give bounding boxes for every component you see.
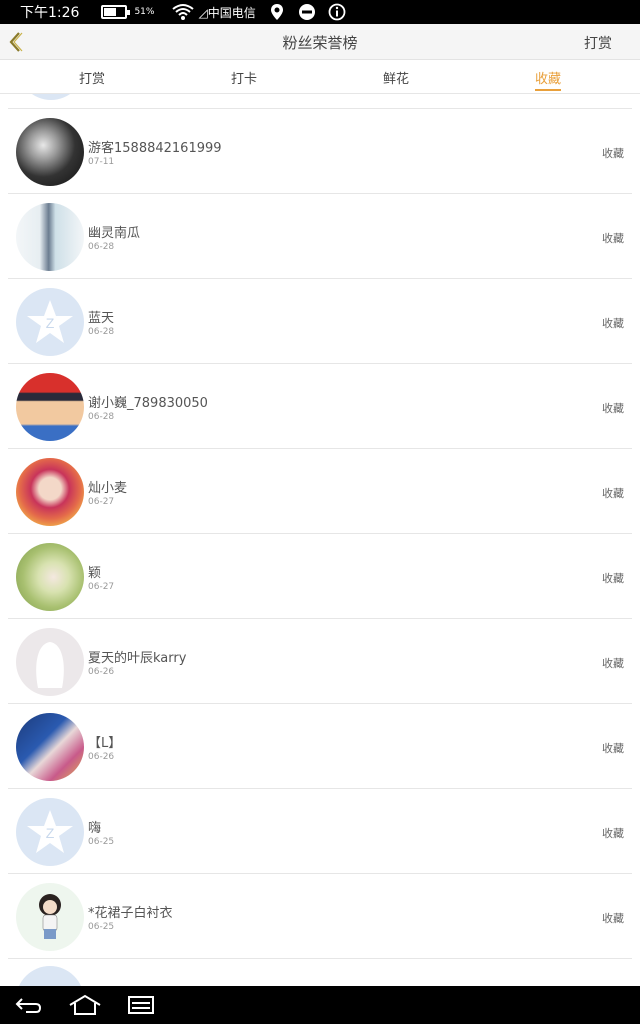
battery-icon [101,5,131,19]
list-item[interactable] [8,958,632,986]
user-name: *花裙子白衬衣 [88,906,173,921]
action-label: 收藏 [602,487,624,500]
list-item[interactable]: 游客1588842161999 07-11 收藏 [8,108,632,193]
favorite-date: 06-27 [88,497,115,507]
do-not-disturb-icon [298,4,315,20]
favorite-date: 06-25 [88,837,115,847]
star-icon: Z [27,300,73,343]
avatar [16,373,84,441]
user-name: 【L】 [88,736,122,751]
action-label: 收藏 [602,657,624,670]
user-name: 灿小麦 [88,481,128,496]
list-item[interactable]: 幽灵南瓜 06-28 收藏 [8,193,632,278]
favorite-date: 06-26 [88,752,115,762]
header-bar: 粉丝荣誉榜 打赏 [0,24,640,60]
favorite-date: 06-27 [88,582,115,592]
back-icon[interactable] [14,994,44,1016]
avatar [16,883,84,951]
user-name: 夏天的叶辰karry [88,651,187,666]
favorite-date: 06-26 [88,667,115,677]
svg-text:Z: Z [46,825,55,841]
user-name: 颖 [88,566,102,581]
fan-list[interactable]: 游客1588842161999 07-11 收藏 幽灵南瓜 06-28 收藏 Z… [0,94,640,986]
avatar [16,203,84,271]
avatar [16,628,84,696]
avatar: Z [16,798,84,866]
chibi-figure-icon [39,894,61,939]
favorite-date: 06-25 [88,922,115,932]
favorite-date: 07-11 [88,157,115,167]
system-nav-bar [0,986,640,1024]
favorite-date: 06-28 [88,242,115,252]
avatar [16,543,84,611]
list-item[interactable]: 颖 06-27 收藏 [8,533,632,618]
info-icon [328,3,346,21]
action-label: 收藏 [602,147,624,160]
carrier-name: ◿中国电信 [198,5,256,20]
user-name: 游客1588842161999 [88,141,222,156]
silhouette-icon [36,642,64,688]
action-label: 收藏 [602,827,624,840]
action-label: 收藏 [602,402,624,415]
favorite-date: 06-28 [88,327,115,337]
list-item[interactable]: 【L】 06-26 收藏 [8,703,632,788]
status-bar: 下午1:26 51% ◿中国电信 [0,0,640,24]
list-item[interactable]: *花裙子白衬衣 06-25 收藏 [8,873,632,958]
action-label: 收藏 [602,317,624,330]
tab-reward[interactable]: 打赏 [52,68,132,87]
status-time: 下午1:26 [20,5,80,21]
action-label: 收藏 [602,742,624,755]
list-item[interactable]: 灿小麦 06-27 收藏 [8,448,632,533]
list-item[interactable]: 夏天的叶辰karry 06-26 收藏 [8,618,632,703]
avatar [16,713,84,781]
tab-checkin[interactable]: 打卡 [204,68,284,87]
location-icon [270,4,283,20]
reward-button[interactable]: 打赏 [584,33,612,53]
list-item[interactable]: 谢小巍_789830050 06-28 收藏 [8,363,632,448]
tab-bar: 打赏 打卡 鲜花 收藏 [0,60,640,94]
avatar [16,458,84,526]
star-icon: Z [27,810,73,853]
page-title: 粉丝荣誉榜 [282,34,358,52]
active-tab-indicator [535,89,561,91]
user-name: 蓝天 [88,311,115,326]
home-icon[interactable] [68,994,102,1016]
list-item[interactable]: Z 蓝天 06-28 收藏 [8,278,632,363]
avatar [16,118,84,186]
action-label: 收藏 [602,912,624,925]
user-name: 幽灵南瓜 [88,226,141,241]
avatar [16,966,84,986]
wifi-icon [172,4,195,20]
tab-flowers[interactable]: 鲜花 [356,68,436,87]
user-name: 嗨 [88,821,102,836]
avatar: Z [16,288,84,356]
action-label: 收藏 [602,572,624,585]
avatar [18,94,84,100]
favorite-date: 06-28 [88,412,115,422]
action-label: 收藏 [602,232,624,245]
user-name: 谢小巍_789830050 [88,396,208,411]
battery-percent: 51% [134,7,155,17]
list-item[interactable]: Z 嗨 06-25 收藏 [8,788,632,873]
recent-apps-icon[interactable] [126,994,156,1016]
tab-favorites[interactable]: 收藏 [508,68,588,87]
svg-text:Z: Z [46,315,55,331]
